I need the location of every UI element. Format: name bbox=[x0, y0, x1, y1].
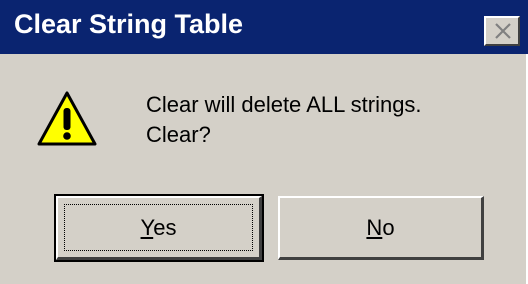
title-bar[interactable]: Clear String Table bbox=[0, 0, 528, 54]
close-icon bbox=[495, 23, 511, 39]
no-mnemonic: N bbox=[366, 214, 383, 240]
no-button-label: No bbox=[366, 215, 394, 241]
warning-icon bbox=[37, 91, 97, 146]
close-button[interactable] bbox=[484, 16, 520, 46]
message-line-1: Clear will delete ALL strings. bbox=[146, 92, 422, 117]
message-line-2: Clear? bbox=[146, 122, 211, 147]
no-label-rest: o bbox=[382, 214, 395, 240]
yes-mnemonic: Y bbox=[140, 214, 154, 240]
dialog-title: Clear String Table bbox=[14, 9, 244, 39]
yes-button[interactable]: Yes bbox=[54, 194, 264, 262]
yes-label-rest: es bbox=[153, 214, 177, 240]
message-text: Clear will delete ALL strings. Clear? bbox=[146, 90, 422, 150]
clear-string-table-dialog: Clear String Table Clear will delete ALL… bbox=[0, 0, 528, 284]
yes-button-label: Yes bbox=[141, 215, 177, 241]
no-button[interactable]: No bbox=[278, 196, 484, 260]
